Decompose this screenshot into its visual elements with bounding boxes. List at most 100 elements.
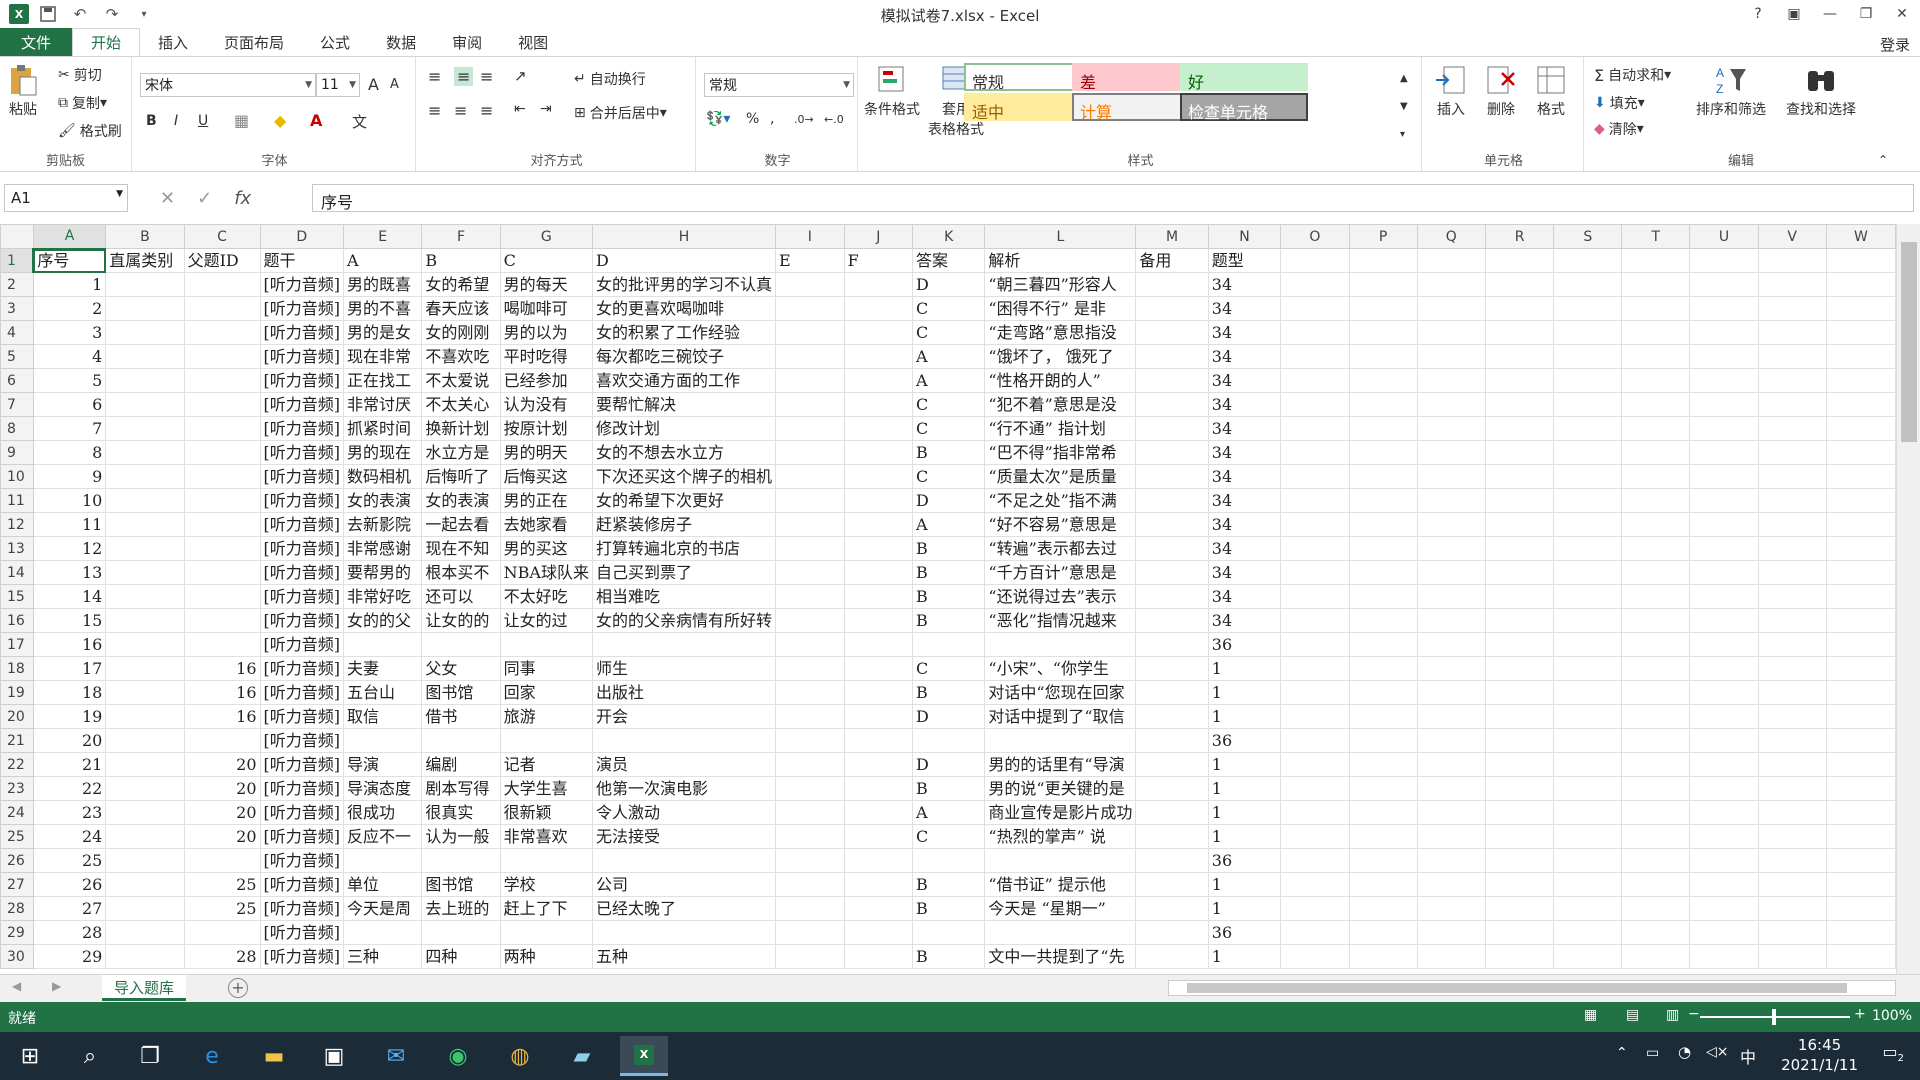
- cell[interactable]: 记者: [499, 752, 593, 777]
- cell[interactable]: [听力音频]: [259, 680, 345, 705]
- percent-button[interactable]: %: [746, 111, 759, 127]
- cell[interactable]: [1689, 728, 1759, 753]
- cell[interactable]: [1825, 704, 1896, 729]
- cell[interactable]: 非常讨厌: [343, 392, 423, 417]
- autosum-button[interactable]: Σ 自动求和 ▾: [1594, 65, 1671, 85]
- cell[interactable]: 13: [32, 560, 107, 585]
- cell[interactable]: [499, 632, 593, 657]
- cell[interactable]: [1553, 632, 1623, 657]
- decrease-decimal-icon[interactable]: ←.0: [824, 113, 844, 126]
- styles-scroll-icon[interactable]: ▲ ▼ ▾: [1400, 65, 1408, 149]
- cell[interactable]: [1757, 920, 1827, 945]
- cell[interactable]: “困得不行” 是非: [984, 296, 1137, 321]
- cell[interactable]: 女的希望下次更好: [591, 488, 777, 513]
- cell[interactable]: C: [912, 416, 986, 441]
- cell[interactable]: [1348, 560, 1418, 585]
- cell[interactable]: [1135, 944, 1209, 969]
- cell[interactable]: 文中一共提到了“先: [984, 944, 1137, 969]
- cell[interactable]: [775, 512, 845, 537]
- cell[interactable]: [1689, 296, 1759, 321]
- zoom-out-icon[interactable]: −: [1688, 1006, 1700, 1022]
- cell[interactable]: 34: [1207, 584, 1282, 609]
- cell[interactable]: 后悔买这: [499, 464, 593, 489]
- next-sheet-icon[interactable]: ▶: [52, 979, 61, 993]
- cell[interactable]: 男的以为: [499, 320, 593, 345]
- cell[interactable]: 旅游: [499, 704, 593, 729]
- cell[interactable]: [1757, 944, 1827, 969]
- cell[interactable]: [1416, 944, 1487, 969]
- cell[interactable]: [1416, 896, 1487, 921]
- cell[interactable]: [1485, 320, 1555, 345]
- cell[interactable]: [1621, 704, 1691, 729]
- cell[interactable]: [343, 632, 423, 657]
- cell[interactable]: 23: [32, 800, 107, 825]
- cell[interactable]: 出版社: [591, 680, 777, 705]
- cell[interactable]: [1280, 392, 1350, 417]
- cell[interactable]: [843, 920, 914, 945]
- cell[interactable]: 6: [32, 392, 107, 417]
- cell[interactable]: [1621, 272, 1691, 297]
- cell[interactable]: [843, 392, 914, 417]
- cell[interactable]: 15: [32, 608, 107, 633]
- cell[interactable]: [775, 728, 845, 753]
- cell[interactable]: 换新计划: [421, 416, 501, 441]
- cell[interactable]: [1280, 248, 1350, 273]
- cell[interactable]: 17: [32, 656, 107, 681]
- cell[interactable]: [1348, 824, 1418, 849]
- cell[interactable]: [1485, 680, 1555, 705]
- cell[interactable]: [105, 512, 185, 537]
- cell[interactable]: NBA球队来: [499, 560, 593, 585]
- cell[interactable]: 公司: [591, 872, 777, 897]
- cell[interactable]: [775, 824, 845, 849]
- cell[interactable]: [1416, 584, 1487, 609]
- cell[interactable]: [1485, 728, 1555, 753]
- cell[interactable]: [1553, 248, 1623, 273]
- cell[interactable]: [1553, 896, 1623, 921]
- cell[interactable]: [105, 632, 185, 657]
- cell[interactable]: 图书馆: [421, 872, 501, 897]
- cell[interactable]: [1553, 560, 1623, 585]
- cell[interactable]: [听力音频]: [259, 464, 345, 489]
- find-select-button[interactable]: 查找和选择: [1786, 63, 1856, 119]
- cell[interactable]: [775, 800, 845, 825]
- cell[interactable]: “饿坏了， 饿死了: [984, 344, 1137, 369]
- prev-sheet-icon[interactable]: ◀: [12, 979, 21, 993]
- cell[interactable]: [1621, 848, 1691, 873]
- cell[interactable]: [843, 272, 914, 297]
- cell[interactable]: [775, 704, 845, 729]
- cell[interactable]: [1825, 944, 1896, 969]
- clear-button[interactable]: ◆ 清除 ▾: [1594, 119, 1644, 139]
- cell[interactable]: “行不通” 指计划: [984, 416, 1137, 441]
- cell[interactable]: 题型: [1207, 248, 1282, 273]
- cell[interactable]: 很真实: [421, 800, 501, 825]
- cell[interactable]: 回家: [499, 680, 593, 705]
- column-header[interactable]: I: [775, 224, 845, 249]
- cell[interactable]: [1689, 944, 1759, 969]
- cell[interactable]: [1416, 392, 1487, 417]
- cell[interactable]: [843, 752, 914, 777]
- cell[interactable]: [1757, 344, 1827, 369]
- cell[interactable]: [1280, 440, 1350, 465]
- cell[interactable]: [1553, 608, 1623, 633]
- cell[interactable]: [1416, 512, 1487, 537]
- cell[interactable]: [183, 488, 261, 513]
- cell[interactable]: [1135, 584, 1209, 609]
- row-header[interactable]: 2: [0, 272, 34, 297]
- cell[interactable]: [1280, 800, 1350, 825]
- cell[interactable]: [1416, 680, 1487, 705]
- cell[interactable]: [1280, 608, 1350, 633]
- cell[interactable]: [912, 632, 986, 657]
- cell[interactable]: [1485, 344, 1555, 369]
- cell[interactable]: [1553, 920, 1623, 945]
- cell[interactable]: 去新影院: [343, 512, 423, 537]
- cell[interactable]: “还说得过去”表示: [984, 584, 1137, 609]
- cell[interactable]: [1348, 440, 1418, 465]
- cell[interactable]: [1416, 848, 1487, 873]
- cell[interactable]: [1553, 704, 1623, 729]
- column-header[interactable]: A: [32, 224, 107, 250]
- cell[interactable]: [1825, 848, 1896, 873]
- cell[interactable]: [499, 728, 593, 753]
- cell[interactable]: [775, 488, 845, 513]
- cell[interactable]: [1416, 440, 1487, 465]
- cell[interactable]: [听力音频]: [259, 656, 345, 681]
